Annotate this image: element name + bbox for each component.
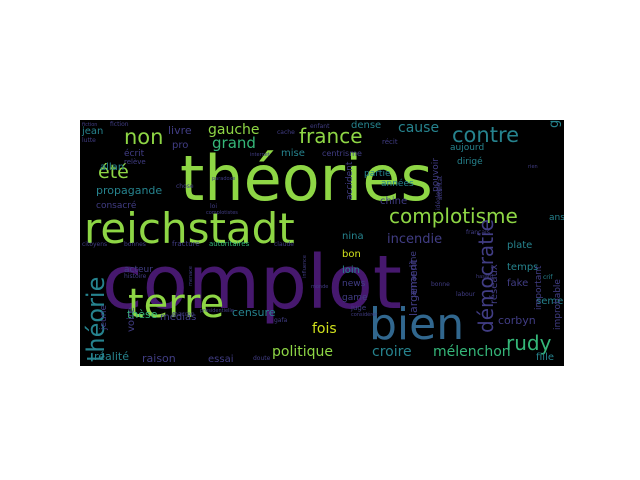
word-cache: cache	[277, 129, 295, 136]
word-influence: influence	[302, 255, 308, 278]
word-non: non	[124, 125, 163, 149]
word-autoritaires: autoritaires	[209, 240, 250, 248]
word-fracture: fracture	[172, 240, 200, 248]
word-consacré: consacré	[96, 200, 137, 211]
word-citoyens: citoyens	[82, 241, 107, 248]
word-réalité: réalité	[94, 350, 129, 363]
word-loi: loi	[210, 203, 217, 210]
word-doute: doute	[253, 355, 271, 362]
word-accident: accident	[345, 161, 355, 200]
word-bonne: bonne	[431, 281, 450, 288]
word-cloud-canvas: complotthéoriesreichstadtterre bienthéori…	[81, 120, 564, 365]
word-lutte: lutte	[82, 137, 96, 144]
word-fake: fake	[507, 278, 528, 289]
word-dirigé: dirigé	[457, 156, 483, 167]
word-essai: essai	[208, 354, 233, 365]
word-amandine: amandine	[409, 251, 419, 296]
word-idéologie: idéologie	[435, 182, 442, 210]
word-claude: claude	[274, 241, 294, 248]
word-partie: partie	[364, 169, 391, 179]
word-rien: rien	[528, 164, 538, 170]
word-chose: chose	[176, 183, 194, 190]
word-réseaux: réseaux	[488, 264, 500, 304]
word-bon: bon	[342, 249, 361, 260]
word-gafa: gafa	[274, 317, 288, 324]
word-juge: juge	[350, 304, 366, 312]
word-paradoxe: paradoxe	[212, 176, 235, 182]
word-considérer: considérer	[351, 311, 378, 318]
word-mise: mise	[281, 148, 305, 159]
word-internet: internet	[250, 152, 270, 158]
word-jeune: jeune	[99, 305, 109, 331]
word-hasard: hasard	[476, 274, 493, 280]
word-fois: fois	[312, 321, 337, 337]
word-improbable: improbable	[553, 279, 563, 330]
word-macron: macron	[172, 311, 195, 318]
word-incendie: incendie	[387, 232, 442, 247]
word-grande: grande	[547, 120, 562, 128]
word-loin: loin	[342, 265, 360, 276]
word-chine: chine	[380, 196, 407, 207]
word-allan: allan	[100, 162, 124, 173]
word-fiction: fiction	[110, 121, 129, 128]
word-crif: crif	[543, 274, 553, 281]
word-croire: croire	[372, 344, 412, 360]
word-important: important	[534, 265, 544, 310]
word-complotisme: complotisme	[389, 204, 518, 228]
word-fille: fille	[536, 352, 554, 363]
word-monde: monde	[311, 284, 328, 290]
word-centrisme: centrisme	[322, 149, 362, 158]
word-bonnes: bonnes	[124, 241, 146, 248]
word-cause: cause	[398, 120, 439, 136]
word-récit: récit	[382, 138, 398, 146]
word-relève: relève	[124, 158, 146, 166]
word-aujourd: aujourd	[450, 143, 484, 153]
word-menace: menace	[188, 266, 194, 286]
word-mélenchon: mélenchon	[433, 344, 511, 360]
word-propagande: propagande	[96, 184, 162, 197]
word-cloud: complot théories reichstadt terre bien théori…	[80, 120, 564, 366]
word-pro: pro	[172, 140, 188, 151]
word-voire: voire	[126, 307, 137, 332]
word-raison: raison	[142, 352, 176, 365]
word-complotistes: complotistes	[206, 210, 238, 216]
word-game: game	[342, 293, 368, 303]
word-dense: dense	[351, 120, 381, 131]
word-plate: plate	[507, 240, 532, 251]
word-présidentielle: présidentielle	[200, 307, 234, 314]
word-fiction: fiction	[82, 122, 97, 128]
word-français: français	[466, 229, 490, 236]
word-corbyn: corbyn	[498, 314, 536, 327]
word-années: années	[381, 178, 414, 189]
word-censure: censure	[232, 306, 276, 319]
word-ans: ans	[549, 213, 564, 223]
word-nina: nina	[342, 231, 364, 242]
word-histoire: histoire	[124, 273, 147, 280]
word-news: news	[342, 279, 366, 289]
word-enfant: enfant	[310, 123, 330, 130]
word-livre: livre	[168, 124, 192, 137]
word-grand: grand	[212, 134, 256, 152]
word-labour: labour	[456, 291, 476, 298]
word-politique: politique	[272, 344, 333, 360]
